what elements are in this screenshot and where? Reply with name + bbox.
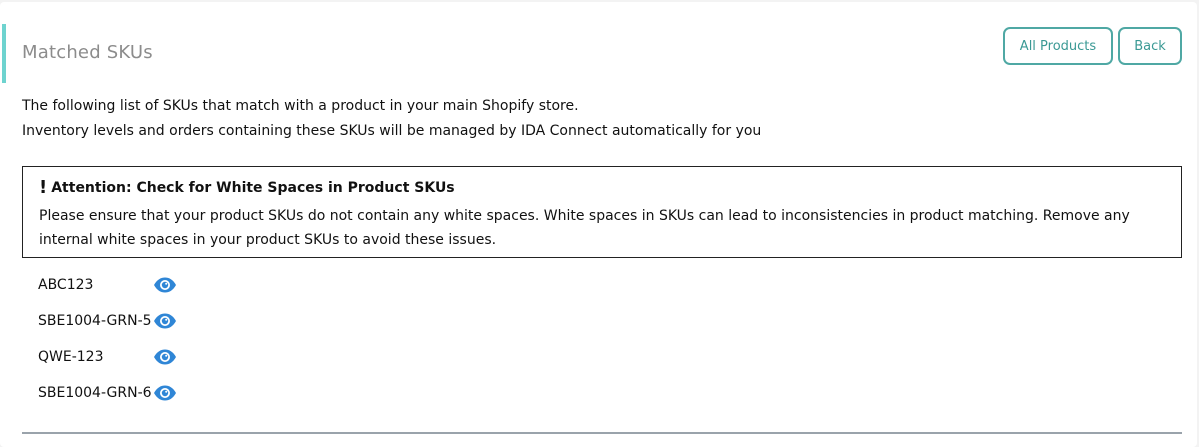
sku-list-item: QWE-123: [38, 345, 177, 369]
eye-icon[interactable]: [153, 385, 177, 401]
page-title: Matched SKUs: [22, 42, 153, 63]
matched-skus-card: Matched SKUs All Products Back The follo…: [0, 2, 1197, 447]
description-line-1: The following list of SKUs that match wi…: [22, 98, 579, 114]
sku-text: QWE-123: [38, 349, 104, 365]
alert-heading: ! Attention: Check for White Spaces in P…: [39, 179, 455, 197]
sku-list-item: SBE1004-GRN-6: [38, 381, 177, 405]
title-accent-bar: [2, 24, 6, 83]
back-button[interactable]: Back: [1118, 27, 1182, 65]
eye-icon[interactable]: [153, 313, 177, 329]
all-products-button[interactable]: All Products: [1003, 27, 1113, 65]
eye-icon[interactable]: [153, 277, 177, 293]
sku-list-item: ABC123: [38, 273, 177, 297]
exclamation-icon: !: [39, 177, 48, 198]
bottom-divider: [22, 432, 1182, 434]
alert-title: Attention: Check for White Spaces in Pro…: [51, 180, 455, 196]
eye-icon[interactable]: [153, 349, 177, 365]
whitespace-alert: ! Attention: Check for White Spaces in P…: [22, 166, 1182, 258]
sku-text: ABC123: [38, 277, 94, 293]
description-line-2: Inventory levels and orders containing t…: [22, 123, 762, 139]
sku-list-item: SBE1004-GRN-5: [38, 309, 177, 333]
alert-body: Please ensure that your product SKUs do …: [39, 208, 1130, 248]
sku-text: SBE1004-GRN-6: [38, 385, 152, 401]
sku-text: SBE1004-GRN-5: [38, 313, 152, 329]
